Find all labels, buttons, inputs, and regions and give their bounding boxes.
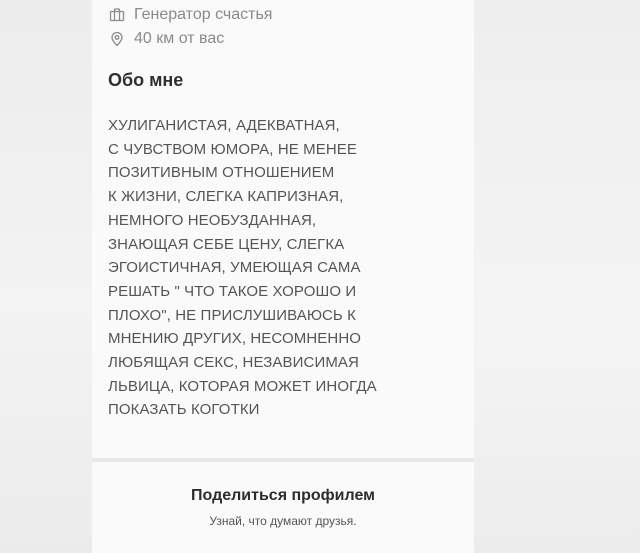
about-line: ЛЬВИЦА, КОТОРАЯ МОЖЕТ ИНОГДА [108,377,377,395]
distance-row: 40 км от вас [108,29,224,49]
location-pin-icon [108,30,126,48]
distance-label: 40 км от вас [134,30,225,47]
share-section[interactable] [92,462,474,553]
about-title: Обо мне [108,70,184,90]
about-text: ХУЛИГАНИСТАЯ, АДЕКВАТНАЯ, С ЧУВСТВОМ ЮМО… [108,114,448,422]
about-line: ХУЛИГАНИСТАЯ, АДЕКВАТНАЯ, [108,117,340,134]
about-line: К ЖИЗНИ, СЛЕГКА КАПРИЗНАЯ, [108,188,344,206]
share-profile-button[interactable]: Поделиться профилем [92,487,474,505]
background-left [0,0,92,553]
about-line: МНЕНИЮ ДРУГИХ, НЕСОМНЕННО [108,330,362,348]
work-row: Генератор счастья [108,5,272,25]
about-line: НЕМНОГО НЕОБУЗДАННАЯ, [108,211,317,229]
share-subtitle: Узнай, что думают друзья. [209,514,357,528]
about-line: ЗНАЮЩАЯ СЕБЕ ЦЕНУ, СЛЕГКА [108,235,345,253]
about-line: РЕШАТЬ " ЧТО ТАКОЕ ХОРОШО И [108,282,357,300]
about-line: ПОЗИТИВНЫМ ОТНОШЕНИЕМ [108,164,335,182]
about-line: ЛЮБЯЩАЯ СЕКС, НЕЗАВИСИМАЯ [108,354,359,372]
briefcase-icon [108,6,126,24]
about-line: ПЛОХО", НЕ ПРИСЛУШИВАЮСЬ К [108,306,356,324]
background-right [474,0,640,553]
about-line: С ЧУВСТВОМ ЮМОРА, НЕ МЕНЕЕ [108,140,357,158]
about-line: ПОКАЗАТЬ КОГОТКИ [108,401,260,419]
about-line: ЭГОИСТИЧНАЯ, УМЕЮЩАЯ САМА [108,259,361,277]
work-label: Генератор счастья [134,6,273,23]
